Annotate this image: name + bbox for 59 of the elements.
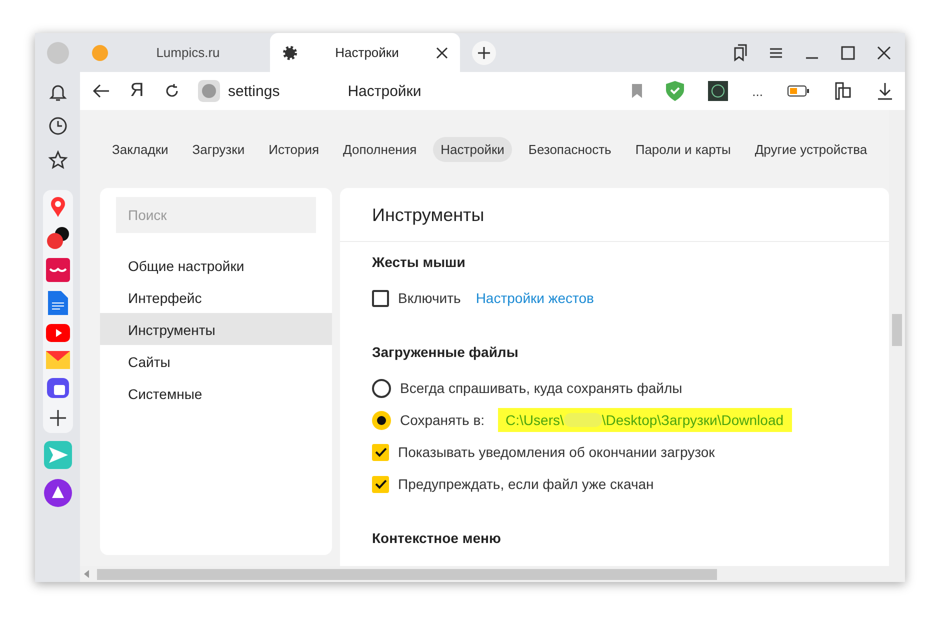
download-icon[interactable] xyxy=(877,82,893,100)
star-icon[interactable] xyxy=(48,150,68,170)
close-icon[interactable] xyxy=(436,46,448,58)
page-title: Настройки xyxy=(348,82,422,100)
checkbox-label: Предупреждать, если файл уже скачан xyxy=(398,476,654,492)
map-pin-icon[interactable] xyxy=(50,196,66,218)
settings-tab[interactable]: Пароли и карты xyxy=(627,136,739,162)
mail-icon[interactable] xyxy=(46,351,70,369)
sidebar-item[interactable]: Интерфейс xyxy=(100,281,332,313)
new-tab-button[interactable] xyxy=(472,40,496,64)
close-icon[interactable] xyxy=(877,46,891,60)
settings-tab[interactable]: Загрузки xyxy=(184,136,253,162)
sidebar-item[interactable]: Общие настройки xyxy=(100,249,332,281)
settings-tab[interactable]: Безопасность xyxy=(520,136,620,162)
gear-icon[interactable] xyxy=(282,44,298,60)
plus-icon[interactable] xyxy=(477,46,491,60)
radio-button[interactable] xyxy=(372,378,391,398)
sidebar-item[interactable]: Инструменты xyxy=(100,313,332,345)
battery-icon[interactable] xyxy=(787,85,809,97)
more-extensions[interactable]: ... xyxy=(752,84,763,98)
browser-logo[interactable]: Я xyxy=(128,80,146,102)
gestures-settings-link[interactable]: Настройки жестов xyxy=(476,290,594,306)
browser-tab[interactable]: Настройки xyxy=(270,33,460,72)
bookmark-icon[interactable] xyxy=(632,84,642,98)
checkbox[interactable] xyxy=(372,290,389,306)
settings-tab[interactable]: Настройки xyxy=(432,136,512,162)
section-title: Жесты мыши xyxy=(372,254,466,270)
extension-icon[interactable] xyxy=(708,81,728,101)
checkbox[interactable] xyxy=(372,476,389,492)
sidebar-item[interactable]: Сайты xyxy=(100,345,332,377)
browser-tab[interactable]: Lumpics.ru xyxy=(80,33,270,72)
radio-label: Всегда спрашивать, куда сохранять файлы xyxy=(400,380,682,396)
menu-icon[interactable] xyxy=(769,46,783,58)
site-icon xyxy=(92,44,108,60)
radio-label: Сохранять в: xyxy=(400,412,485,428)
section-title: Загруженные файлы xyxy=(372,344,520,360)
play-icon[interactable] xyxy=(46,324,70,342)
checkbox[interactable] xyxy=(372,444,389,460)
radio-button[interactable] xyxy=(372,410,391,430)
settings-tab[interactable]: История xyxy=(260,136,328,162)
checkbox-label: Показывать уведомления об окончании загрузок xyxy=(398,444,715,460)
settings-tab[interactable]: Другие устройства xyxy=(746,136,876,162)
site-badge-icon xyxy=(198,80,220,102)
settings-tab[interactable]: Закладки xyxy=(104,136,176,162)
document-icon[interactable] xyxy=(48,291,68,315)
shield-icon[interactable] xyxy=(666,81,684,101)
settings-tab[interactable]: Дополнения xyxy=(335,136,425,162)
reload-icon[interactable] xyxy=(164,83,180,99)
checkbox-label: Включить xyxy=(398,290,461,306)
add-icon[interactable] xyxy=(48,409,66,427)
search-field[interactable]: Поиск xyxy=(116,197,316,233)
maximize-icon[interactable] xyxy=(841,46,855,60)
address-text[interactable]: settings xyxy=(228,82,280,100)
sidebar-item[interactable]: Системные xyxy=(100,377,332,409)
panel-title: Инструменты xyxy=(340,188,889,242)
section-title: Контекстное меню xyxy=(372,530,502,546)
panels-icon[interactable] xyxy=(833,81,853,101)
clock-icon[interactable] xyxy=(48,116,68,136)
back-icon[interactable] xyxy=(92,83,110,99)
